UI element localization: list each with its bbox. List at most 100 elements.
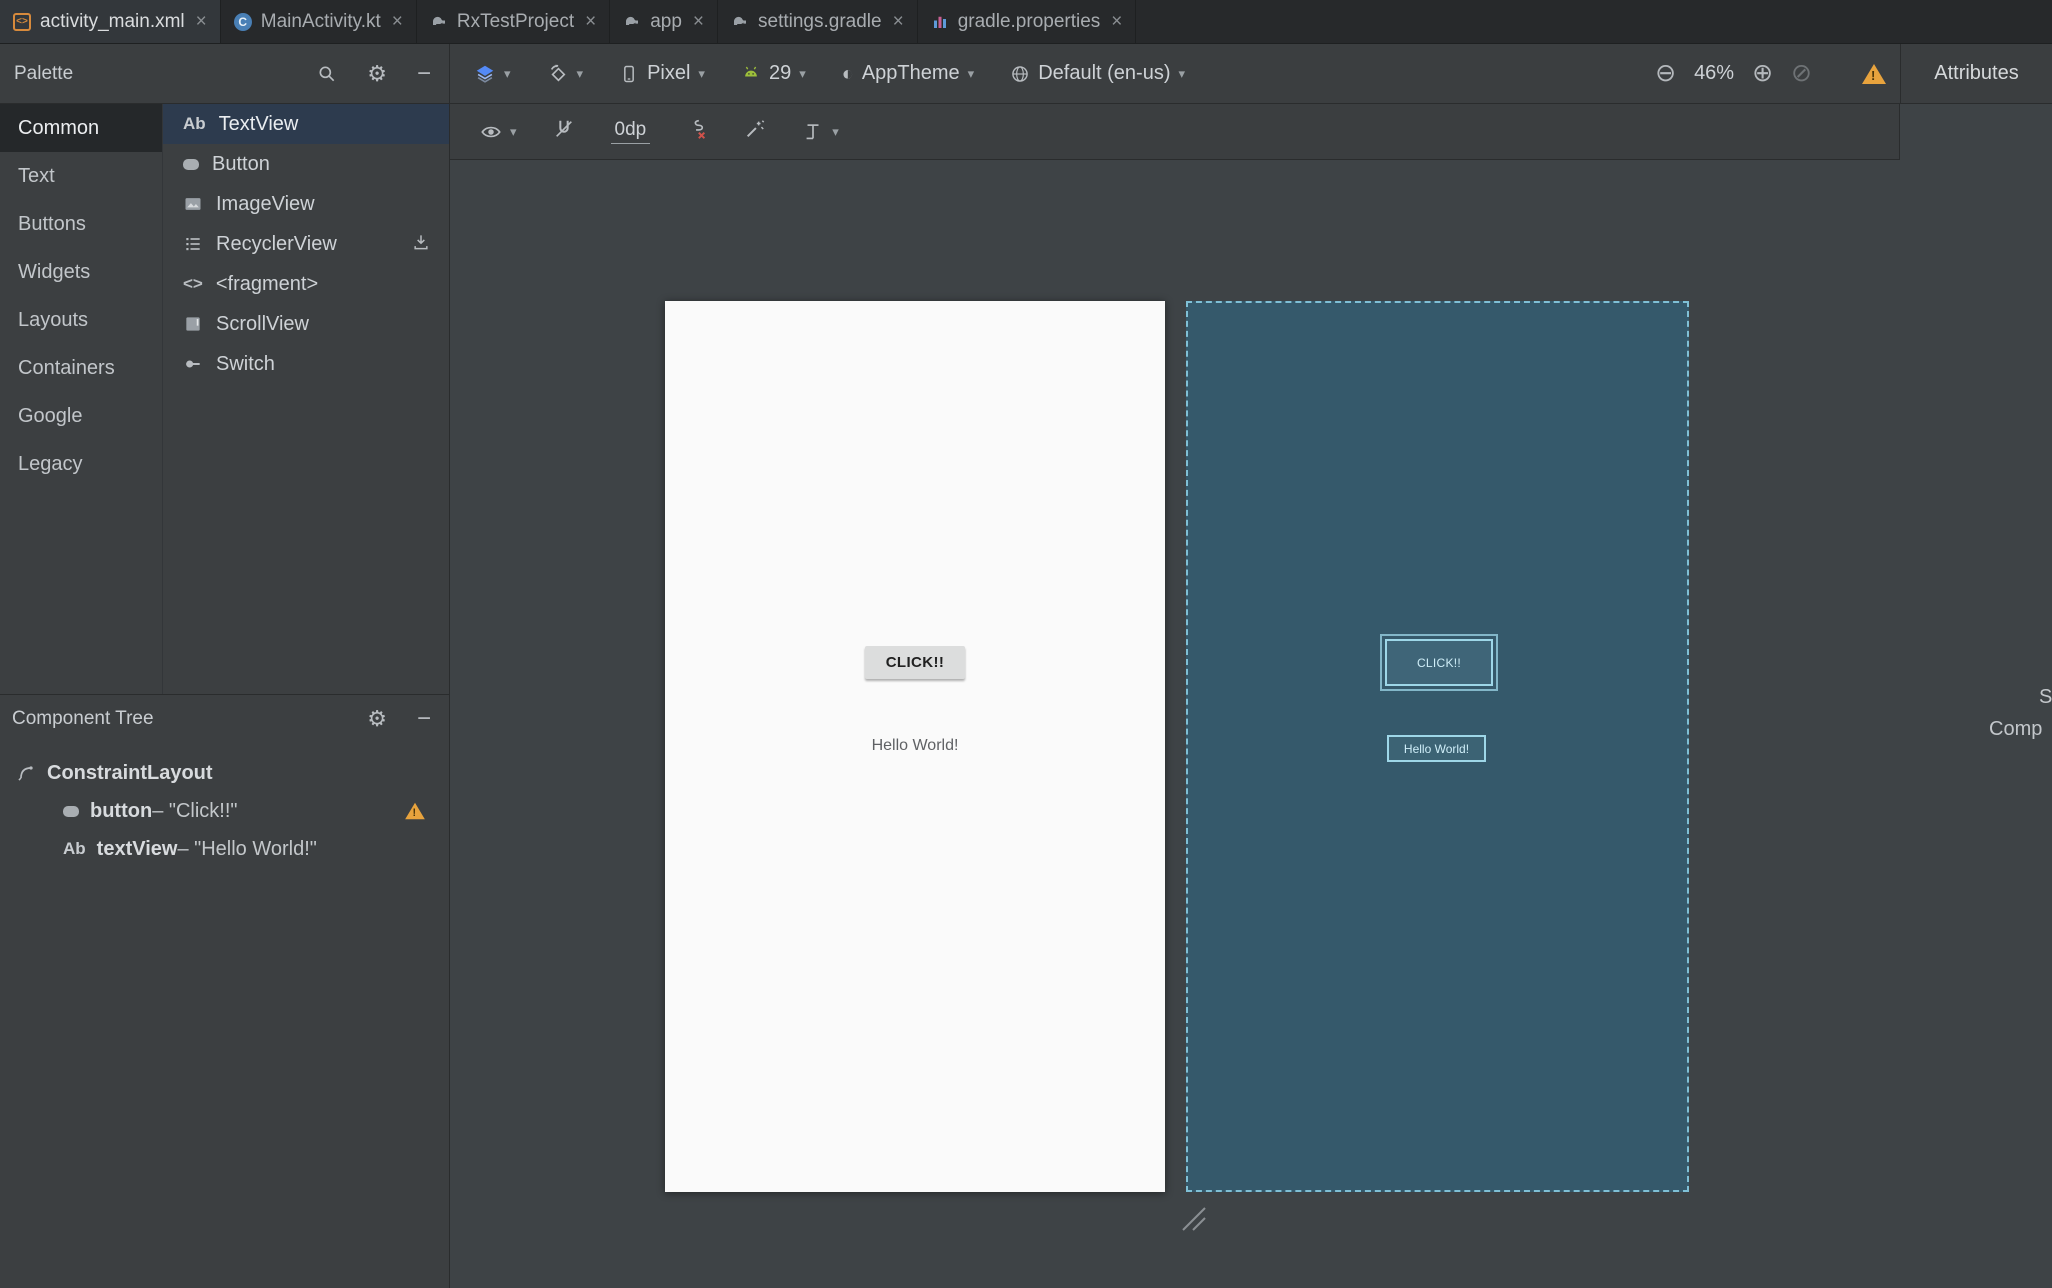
tab-settings-gradle[interactable]: settings.gradle × [718,0,918,43]
theme-selector[interactable]: ◐ AppTheme ▾ [842,62,974,85]
category-text[interactable]: Text [0,152,162,200]
category-common[interactable]: Common [0,104,162,152]
hide-panel-icon[interactable]: − [417,62,431,86]
component-label: ImageView [216,193,315,216]
gradle-elephant-icon [623,13,641,31]
component-textview[interactable]: Ab TextView [163,104,449,144]
tab-label: gradle.properties [958,11,1101,33]
close-icon[interactable]: × [1111,11,1122,33]
download-icon[interactable] [411,232,431,258]
node-value: – "Click!!" [152,800,237,822]
component-tree: ConstraintLayout button– "Click!!" Ab te… [0,742,449,868]
tab-label: settings.gradle [758,11,882,33]
zoom-controls: ⊖ 46% ⊕ ⊘ [1655,44,1900,103]
component-label: Switch [216,353,275,376]
palette-components: Ab TextView Button ImageView RecyclerVie… [163,104,449,694]
clear-constraints-button[interactable] [686,118,708,145]
tab-app[interactable]: app × [610,0,718,43]
theme-icon: ◐ [842,64,854,84]
gradle-elephant-icon [430,13,448,31]
component-button[interactable]: Button [163,144,449,184]
category-containers[interactable]: Containers [0,344,162,392]
zoom-in-icon[interactable]: ⊕ [1752,61,1773,86]
category-legacy[interactable]: Legacy [0,440,162,488]
orientation-selector[interactable]: ▾ [547,63,584,85]
design-button[interactable]: CLICK!! [865,646,965,679]
design-surface-selector[interactable]: ▾ [474,63,511,85]
theme-name: AppTheme [862,62,960,85]
attributes-panel-tab[interactable]: Attributes [1900,44,2052,103]
recyclerview-icon [183,234,203,254]
editor-tab-bar: <> activity_main.xml × C MainActivity.kt… [0,0,2052,44]
node-label: button [90,800,152,822]
tab-gradle-properties[interactable]: gradle.properties × [918,0,1137,43]
right-edge-text-line2: Comp [1989,718,2042,741]
infer-constraints-button[interactable] [744,118,766,145]
tree-node-textview[interactable]: Ab textView– "Hello World!" [0,830,449,868]
node-label: ConstraintLayout [47,762,213,785]
design-textview[interactable]: Hello World! [665,737,1165,755]
search-icon[interactable] [317,64,337,84]
close-icon[interactable]: × [893,11,904,33]
tab-mainactivity-kt[interactable]: C MainActivity.kt × [221,0,417,43]
category-google[interactable]: Google [0,392,162,440]
hide-panel-icon[interactable]: − [417,707,431,731]
warnings-icon[interactable] [1862,64,1886,84]
design-canvas: ▾ 0dp ▾ CLICK!! Hello World! CLICK!! [450,104,2052,1288]
default-margin-selector[interactable]: 0dp [611,119,651,144]
tab-rxtestproject[interactable]: RxTestProject × [417,0,610,43]
canvas-resize-handle[interactable] [1179,1204,1209,1239]
properties-file-icon [931,13,949,31]
component-tree-title: Component Tree [12,708,154,730]
align-baseline-icon [802,121,824,143]
chevron-down-icon: ▾ [577,66,584,82]
align-menu[interactable]: ▾ [802,121,839,143]
device-selector[interactable]: Pixel ▾ [619,62,705,85]
chevron-down-icon: ▾ [832,124,839,140]
zoom-to-fit-icon[interactable]: ⊘ [1791,61,1812,86]
device-name: Pixel [647,62,690,85]
tree-node-button[interactable]: button– "Click!!" [0,792,449,830]
category-widgets[interactable]: Widgets [0,248,162,296]
category-buttons[interactable]: Buttons [0,200,162,248]
component-switch[interactable]: Switch [163,344,449,384]
component-fragment[interactable]: <> <fragment> [163,264,449,304]
tree-node-constraintlayout[interactable]: ConstraintLayout [0,754,449,792]
component-scrollview[interactable]: ScrollView [163,304,449,344]
close-icon[interactable]: × [585,11,596,33]
tab-activity-main-xml[interactable]: <> activity_main.xml × [0,0,221,43]
clear-constraints-icon [686,118,708,140]
component-recyclerview[interactable]: RecyclerView [163,224,449,264]
zoom-out-icon[interactable]: ⊖ [1655,61,1676,86]
phone-icon [619,64,639,84]
constraintlayout-icon [16,763,36,783]
chevron-down-icon: ▾ [698,66,705,82]
category-layouts[interactable]: Layouts [0,296,162,344]
palette-title: Palette [14,63,73,85]
locale-selector[interactable]: Default (en-us) ▾ [1010,62,1185,85]
gear-icon[interactable]: ⚙ [367,708,387,730]
eye-icon [480,121,502,143]
autoconnect-toggle[interactable] [553,118,575,145]
orientation-icon [547,63,569,85]
blueprint-view-surface[interactable]: CLICK!! Hello World! [1186,301,1689,1192]
left-panel: Common Text Buttons Widgets Layouts Cont… [0,104,450,1288]
layout-xml-file-icon: <> [13,13,31,31]
android-studio-layout-editor: <> activity_main.xml × C MainActivity.kt… [0,0,2052,1288]
design-surface-toolbar: ▾ 0dp ▾ [450,104,1900,160]
node-label: textView [97,838,178,860]
component-imageview[interactable]: ImageView [163,184,449,224]
blueprint-textview[interactable]: Hello World! [1387,735,1486,762]
blueprint-button[interactable]: CLICK!! [1385,639,1493,686]
imageview-icon [183,194,203,214]
api-level-selector[interactable]: 29 ▾ [741,62,806,85]
design-view-surface[interactable]: CLICK!! Hello World! [665,301,1165,1192]
view-options[interactable]: ▾ [480,121,517,143]
node-value: – "Hello World!" [177,838,316,860]
close-icon[interactable]: × [693,11,704,33]
tab-label: RxTestProject [457,11,574,33]
gear-icon[interactable]: ⚙ [367,63,387,85]
close-icon[interactable]: × [392,11,403,33]
close-icon[interactable]: × [196,11,207,33]
switch-icon [183,354,203,374]
